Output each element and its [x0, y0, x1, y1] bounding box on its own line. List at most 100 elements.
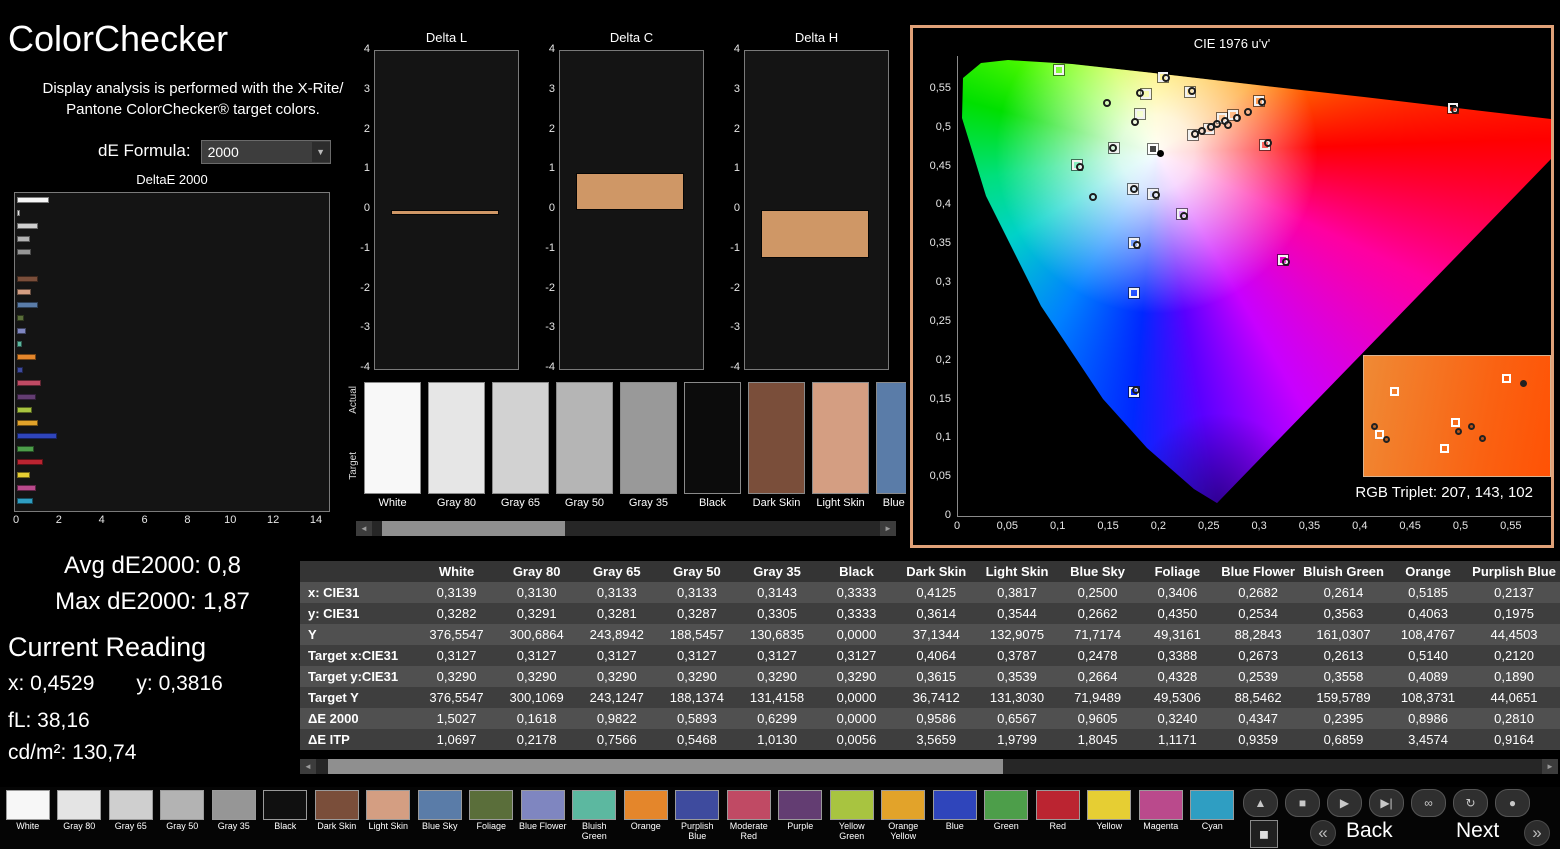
axis-tick: 10 — [224, 514, 237, 526]
patch-button-magenta[interactable]: Magenta — [1135, 790, 1187, 843]
de-formula-value: 2000 — [207, 144, 239, 160]
delta-c-bar — [576, 173, 684, 210]
cie-actual-point — [1281, 257, 1290, 266]
table-scroll-track[interactable] — [316, 759, 1542, 774]
patch-button-blue[interactable]: Blue — [929, 790, 981, 843]
patch-label: Orange — [630, 822, 661, 831]
continuous-button[interactable]: ∞ — [1411, 789, 1446, 817]
patch-button-yellow[interactable]: Yellow — [1084, 790, 1136, 843]
axis-tick: 0,1 — [935, 431, 951, 444]
next-chevron-icon[interactable]: » — [1524, 820, 1550, 846]
column-header: Orange — [1387, 561, 1469, 582]
table-cell: 0,2178 — [496, 729, 577, 750]
cie-actual-point — [1233, 114, 1242, 123]
axis-tick: 0,35 — [1298, 520, 1321, 532]
patch-button-red[interactable]: Red — [1032, 790, 1084, 843]
patch-button-yellow-green[interactable]: Yellow Green — [826, 790, 878, 843]
patch-button-moderate-red[interactable]: Moderate Red — [723, 790, 775, 843]
patch-swatch-gray-80 — [57, 790, 102, 820]
play-icon: ▶ — [1339, 796, 1350, 810]
patch-label: Yellow Green — [838, 822, 865, 841]
back-button[interactable]: Back — [1346, 819, 1393, 843]
patch-button-purple[interactable]: Purple — [775, 790, 827, 843]
patch-label: Gray 50 — [166, 822, 199, 831]
scroll-right-icon[interactable]: ► — [880, 521, 896, 536]
table-cell: 0,3287 — [656, 603, 737, 624]
patch-button-foliage[interactable]: Foliage — [466, 790, 518, 843]
strip-swatch-gray-50 — [556, 382, 613, 494]
patch-button-gray-50[interactable]: Gray 50 — [157, 790, 209, 843]
table-scrollbar[interactable]: ◄ ► — [300, 759, 1558, 774]
table-cell: 0,5140 — [1387, 645, 1469, 666]
step-icon: ▶| — [1380, 796, 1393, 810]
table-cell: 44,4503 — [1468, 624, 1560, 645]
deltae-chart-plot — [14, 192, 330, 512]
table-cell: 131,4158 — [736, 687, 818, 708]
patch-button-blue-flower[interactable]: Blue Flower — [517, 790, 569, 843]
strip-scroll-track[interactable] — [372, 521, 880, 536]
patch-button-orange-yellow[interactable]: Orange Yellow — [878, 790, 930, 843]
cie-title: CIE 1976 u'v' — [1193, 36, 1271, 51]
patch-swatch-white — [5, 790, 50, 820]
back-chevron-icon[interactable]: « — [1310, 820, 1336, 846]
table-cell: 44,0651 — [1468, 687, 1560, 708]
delta-h-chart: Delta H 4 3 2 1 0 -1 -2 -3 -4 — [720, 30, 892, 386]
patch-button-light-skin[interactable]: Light Skin — [363, 790, 415, 843]
next-button[interactable]: Next — [1456, 819, 1499, 843]
patch-button-blue-sky[interactable]: Blue Sky — [414, 790, 466, 843]
patch-label: Gray 80 — [63, 822, 96, 831]
play-button[interactable]: ▶ — [1327, 789, 1362, 817]
table-cell: 0,2613 — [1299, 645, 1388, 666]
patch-button-black[interactable]: Black — [260, 790, 312, 843]
patch-label: Black — [274, 822, 297, 831]
window-button[interactable]: ◼ — [1250, 820, 1278, 848]
strip-swatch-gray-35 — [620, 382, 677, 494]
patch-button-gray-35[interactable]: Gray 35 — [208, 790, 260, 843]
record-button[interactable]: ● — [1495, 789, 1530, 817]
continuous-icon: ∞ — [1424, 796, 1433, 810]
de-formula-select[interactable]: 2000 ▼ — [200, 140, 331, 164]
max-de2000: Max dE2000: 1,87 — [55, 588, 250, 615]
strip-swatch-label: Dark Skin — [752, 497, 801, 509]
table-cell: 300,6864 — [496, 624, 577, 645]
scroll-left-icon[interactable]: ◄ — [300, 759, 316, 774]
strip-scrollbar[interactable]: ◄ ► — [356, 521, 896, 536]
cie-actual-point — [1131, 117, 1140, 126]
deltae-bar-black — [17, 262, 19, 269]
table-cell: 0,6567 — [976, 708, 1058, 729]
delta-l-plot — [374, 50, 519, 370]
patch-label: Light Skin — [368, 822, 409, 831]
column-header: Purplish Blue — [1468, 561, 1560, 582]
stop-button[interactable]: ■ — [1285, 789, 1320, 817]
patch-button-white[interactable]: White — [2, 790, 54, 843]
patch-button-purplish-blue[interactable]: Purplish Blue — [672, 790, 724, 843]
column-header: White — [416, 561, 497, 582]
patch-button-cyan[interactable]: Cyan — [1187, 790, 1239, 843]
patch-button-orange[interactable]: Orange — [620, 790, 672, 843]
patch-swatch-cyan — [1190, 790, 1235, 820]
delta-c-plot — [559, 50, 704, 370]
axis-tick: 0 — [733, 202, 740, 214]
deltae-chart-title: DeltaE 2000 — [136, 172, 208, 187]
refresh-button[interactable]: ↻ — [1453, 789, 1488, 817]
patch-button-gray-65[interactable]: Gray 65 — [105, 790, 157, 843]
axis-tick: -2 — [360, 281, 370, 294]
strip-scroll-thumb[interactable] — [382, 521, 566, 536]
table-cell: 0,4064 — [895, 645, 977, 666]
strip-swatch-black — [684, 382, 741, 494]
scroll-left-icon[interactable]: ◄ — [356, 521, 372, 536]
table-scroll-thumb[interactable] — [328, 759, 1003, 774]
patch-button-gray-80[interactable]: Gray 80 — [54, 790, 106, 843]
patch-button-green[interactable]: Green — [981, 790, 1033, 843]
deltae-bar-purplish-blue — [17, 367, 23, 374]
patch-button-dark-skin[interactable]: Dark Skin — [311, 790, 363, 843]
step-button[interactable]: ▶| — [1369, 789, 1404, 817]
capture-button[interactable]: ▲ — [1243, 789, 1278, 817]
patch-label: Gray 35 — [217, 822, 250, 831]
column-header: Black — [817, 561, 896, 582]
table-cell: 376,5547 — [416, 624, 497, 645]
scroll-right-icon[interactable]: ► — [1542, 759, 1558, 774]
patch-swatch-foliage — [469, 790, 514, 820]
table-cell: 0,3563 — [1299, 603, 1388, 624]
patch-button-bluish-green[interactable]: Bluish Green — [569, 790, 621, 843]
